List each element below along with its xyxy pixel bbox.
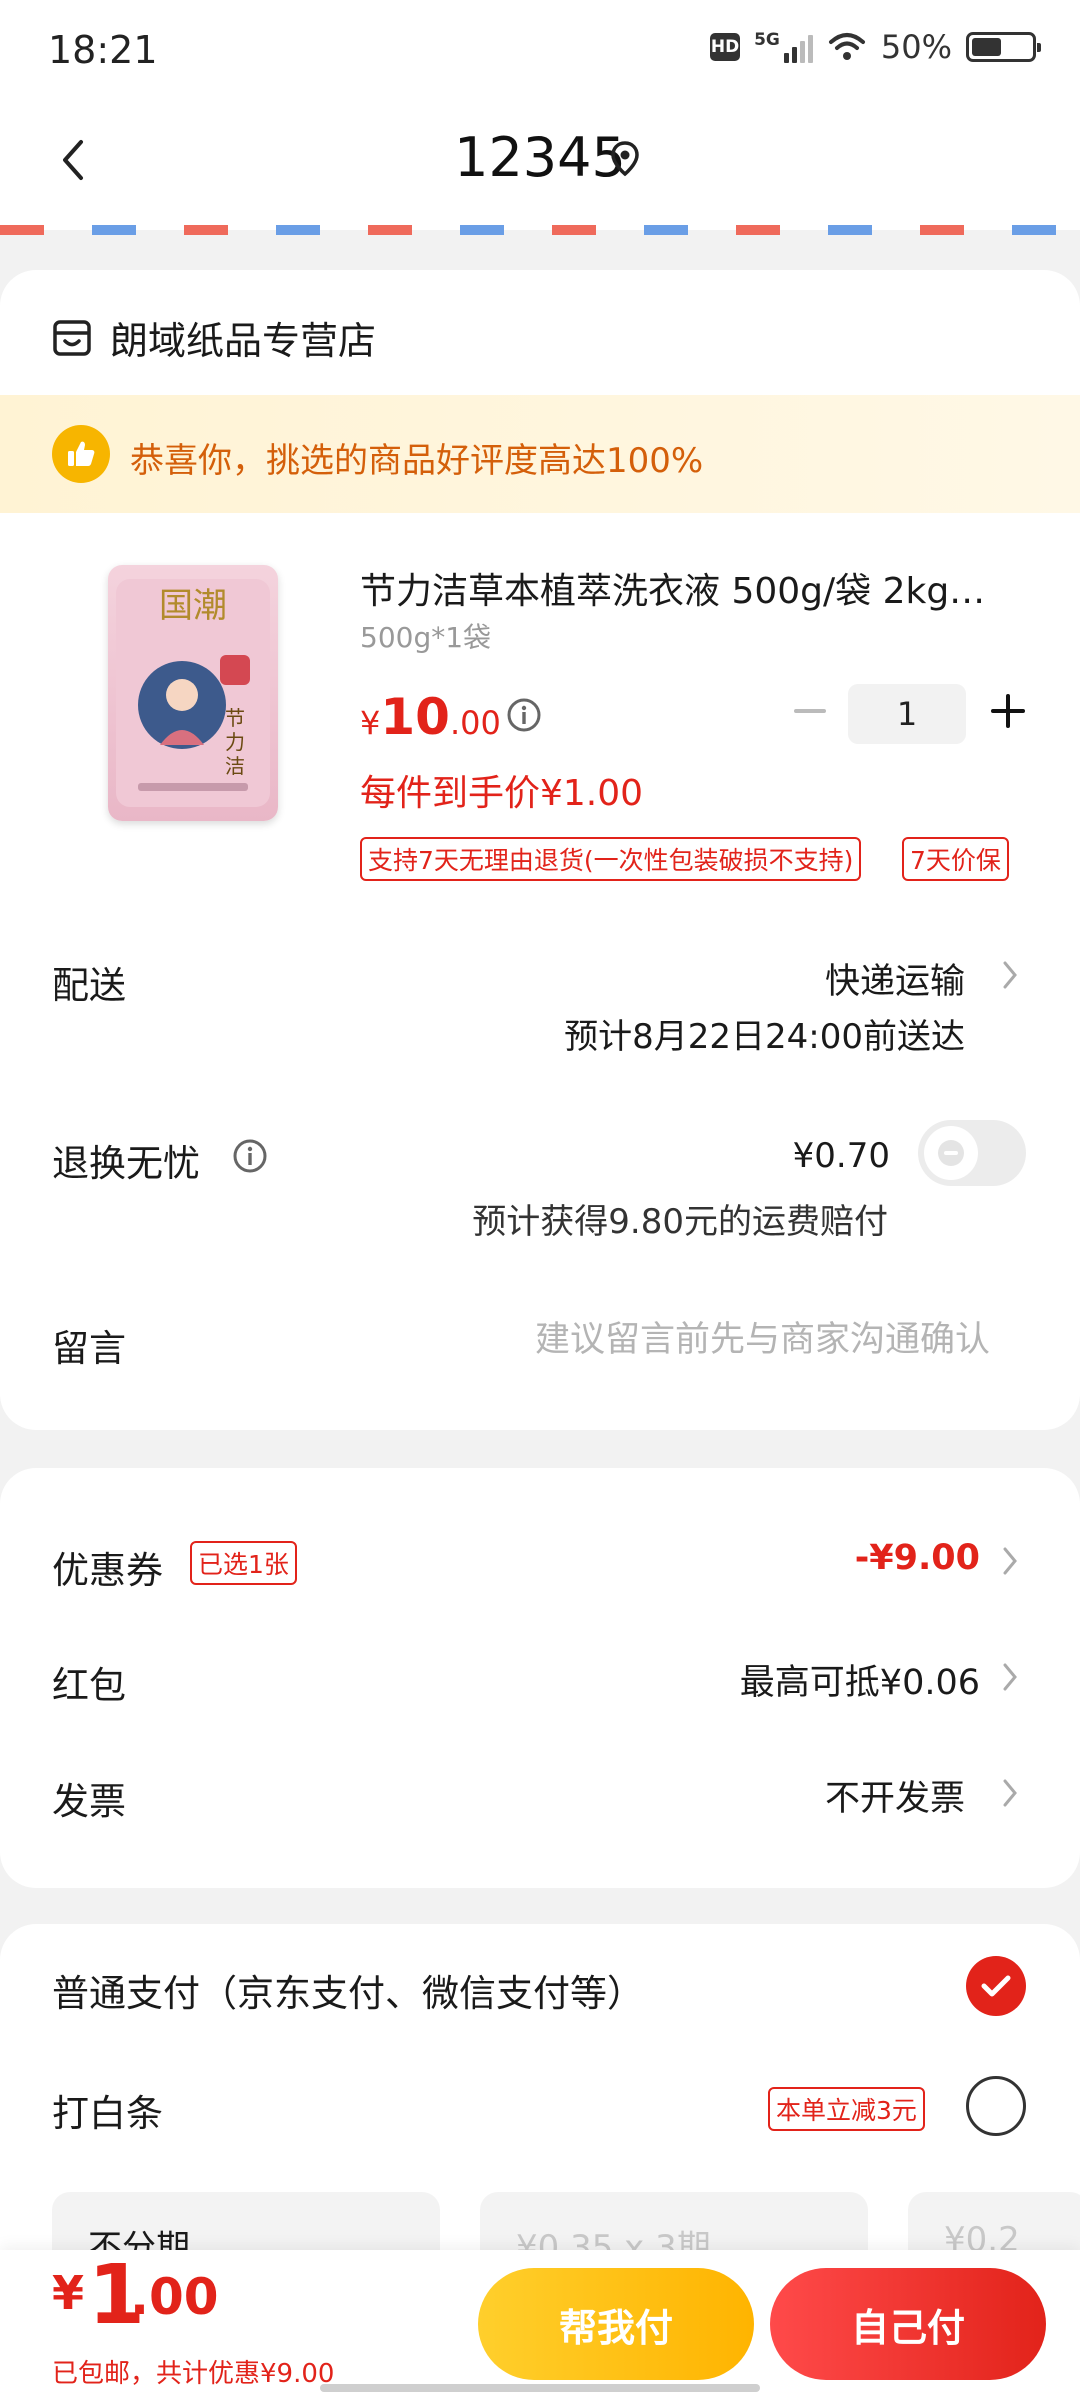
store-name: 朗域纸品专营店 <box>110 319 377 363</box>
baitiao-label[interactable]: 打白条 <box>52 2083 163 2137</box>
message-label: 留言 <box>52 1327 126 1370</box>
location-button[interactable] <box>610 140 640 182</box>
address-stripe <box>0 225 1080 235</box>
quantity-input[interactable]: 1 <box>848 684 966 744</box>
page-title: 12345 <box>454 126 626 189</box>
return-insurance-info-button[interactable] <box>232 1138 268 1178</box>
total-sub: 已包邮，共计优惠¥9.00 <box>52 2359 335 2389</box>
wifi-icon <box>828 33 865 60</box>
price-info-button[interactable] <box>506 697 542 737</box>
message-input[interactable] <box>420 1310 990 1370</box>
thumbs-up-icon <box>52 425 110 483</box>
delivery-eta: 预计8月22日24:00前送达 <box>564 1017 965 1057</box>
normal-payment-label[interactable]: 普通支付（京东支付、微信支付等） <box>52 1963 644 2017</box>
toggle-knob <box>924 1126 978 1180</box>
status-icons: HD 5G 50% <box>710 28 1041 66</box>
product-illustration: 国潮 节 力 洁 <box>116 579 270 807</box>
hd-icon: HD <box>710 33 741 61</box>
red-packet-value[interactable]: 最高可抵¥0.06 <box>740 1654 980 1705</box>
total-symbol: ¥ <box>52 2266 85 2320</box>
store-icon <box>53 319 91 356</box>
invoice-label: 发票 <box>52 1780 126 1823</box>
delivery-label: 配送 <box>52 964 126 1007</box>
quantity-increase-button[interactable] <box>986 686 1030 736</box>
product-image[interactable]: 国潮 节 力 洁 <box>108 565 278 821</box>
price-protect-tag: 7天价保 <box>902 837 1009 881</box>
price-decimal: .00 <box>449 704 501 742</box>
product-spec: 500g*1袋 <box>360 621 492 654</box>
chevron-right-icon <box>1000 1544 1020 1578</box>
coupon-value[interactable]: -¥9.00 <box>855 1538 980 1578</box>
normal-payment-radio[interactable] <box>966 1956 1026 2016</box>
price-integer: 10 <box>380 688 450 746</box>
info-icon <box>233 1139 267 1173</box>
return-insurance-sub: 预计获得9.80元的运费赔付 <box>472 1202 888 1242</box>
location-pin-icon <box>611 141 639 177</box>
delivery-method[interactable]: 快递运输 <box>825 953 965 1004</box>
help-pay-button[interactable]: 帮我付 <box>478 2268 754 2380</box>
total-decimal: .00 <box>130 2268 219 2326</box>
status-time: 18:21 <box>48 28 158 72</box>
plus-icon <box>991 694 1025 728</box>
coupon-selected-tag: 已选1张 <box>190 1541 297 1585</box>
header: 12345 <box>0 100 1080 230</box>
svg-text:国潮: 国潮 <box>159 586 227 626</box>
unit-price: 每件到手价¥1.00 <box>360 773 644 814</box>
watermark-logo <box>1000 2350 1072 2396</box>
return-insurance-price: ¥0.70 <box>792 1136 890 1176</box>
invoice-value[interactable]: 不开发票 <box>825 1770 965 1821</box>
price-symbol: ¥ <box>360 704 381 742</box>
store-row[interactable]: 朗域纸品专营店 <box>52 310 376 365</box>
baitiao-radio[interactable] <box>966 2076 1026 2136</box>
info-icon <box>507 698 541 732</box>
battery-percent: 50% <box>880 28 952 66</box>
svg-text:洁: 洁 <box>225 754 245 778</box>
home-indicator[interactable] <box>320 2384 760 2392</box>
minus-circle-icon <box>938 1140 964 1166</box>
chevron-right-icon <box>1000 1776 1020 1810</box>
network-type: 5G <box>754 29 780 50</box>
return-insurance-label: 退换无忧 <box>52 1142 200 1185</box>
minus-icon <box>794 709 826 713</box>
coupon-label: 优惠券 <box>52 1549 163 1592</box>
svg-text:节: 节 <box>225 706 245 730</box>
battery-fill <box>972 38 1001 56</box>
chevron-right-icon <box>1000 958 1020 992</box>
red-packet-label: 红包 <box>52 1664 126 1707</box>
battery-icon <box>966 32 1041 62</box>
product-price: ¥10.00 <box>360 688 501 746</box>
return-policy-tag: 支持7天无理由退货(一次性包装破损不支持) <box>360 837 862 881</box>
quantity-decrease-button[interactable] <box>790 686 830 736</box>
cellular-signal-icon: 5G <box>754 29 813 63</box>
praise-text: 恭喜你，挑选的商品好评度高达100% <box>130 441 704 481</box>
svg-text:力: 力 <box>225 730 245 754</box>
chevron-right-icon <box>1000 1660 1020 1694</box>
baitiao-discount-tag: 本单立减3元 <box>768 2087 925 2131</box>
product-title[interactable]: 节力洁草本植萃洗衣液 500g/袋 2kg… <box>360 562 1020 614</box>
check-icon <box>981 1975 1011 1997</box>
